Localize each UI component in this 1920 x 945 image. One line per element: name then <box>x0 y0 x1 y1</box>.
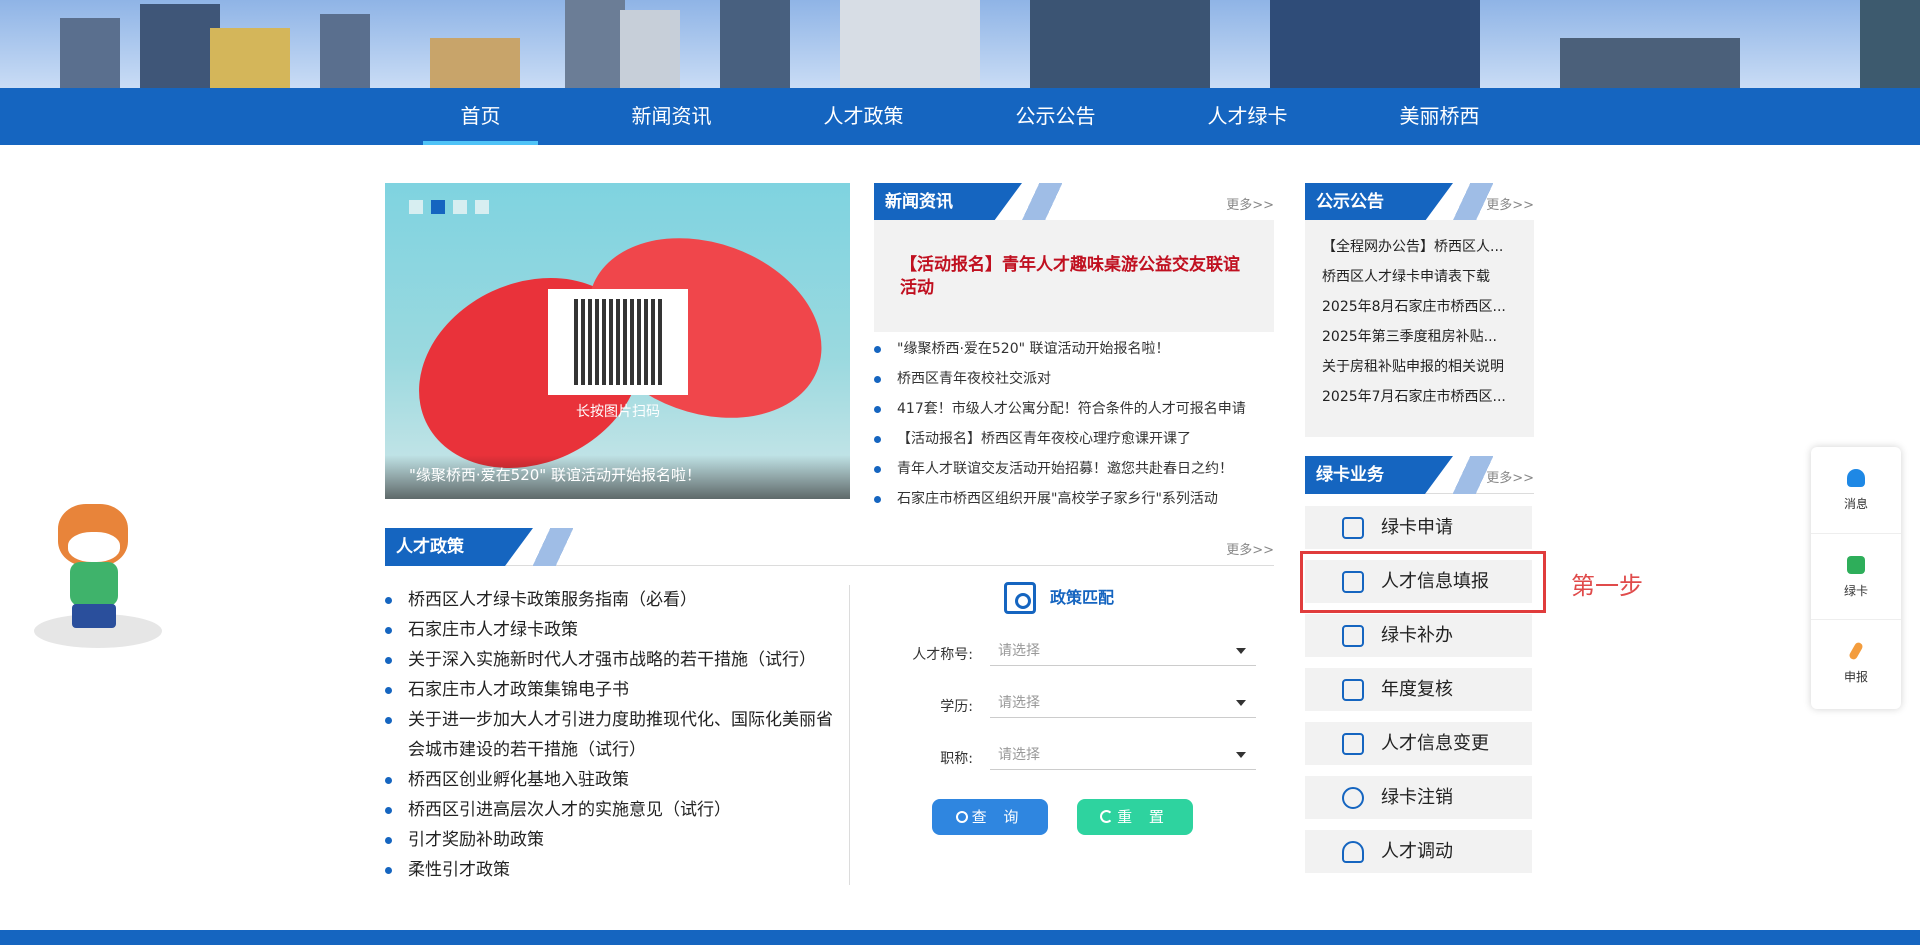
professional-title-label: 职称: <box>940 751 973 767</box>
policy-item[interactable]: 桥西区人才绿卡政策服务指南（必看） <box>385 585 845 615</box>
query-button[interactable]: 查 询 <box>932 799 1048 835</box>
policy-more-link[interactable]: 更多>> <box>1226 539 1274 558</box>
horse-mascot-image <box>32 496 164 648</box>
greencard-cancel-button[interactable]: 绿卡注销 <box>1305 776 1532 819</box>
bell-icon <box>1847 469 1865 487</box>
policy-item[interactable]: 关于深入实施新时代人才强市战略的若干措施（试行） <box>385 645 845 675</box>
talent-title-select[interactable]: 请选择 <box>990 636 1256 666</box>
nav-home[interactable]: 首页 <box>423 88 538 145</box>
notice-more-link[interactable]: 更多>> <box>1486 194 1534 213</box>
greencard-reissue-button[interactable]: 绿卡补办 <box>1305 614 1532 657</box>
search-icon <box>955 811 968 823</box>
card-refresh-icon <box>1342 625 1364 647</box>
float-apply-button[interactable]: 申报 <box>1811 619 1901 703</box>
carousel-caption[interactable]: "缘聚桥西·爱在520" 联谊活动开始报名啦！ <box>409 464 701 485</box>
notice-list: 【全程网办公告】桥西区人... 桥西区人才绿卡申请表下载 2025年8月石家庄市… <box>1305 220 1534 437</box>
policy-section-title: 人才政策 <box>385 528 533 566</box>
section-divider <box>849 585 850 885</box>
pencil-icon <box>1848 641 1864 661</box>
notice-item[interactable]: 2025年第三季度租房补贴... <box>1322 322 1517 352</box>
reset-button[interactable]: 重 置 <box>1077 799 1193 835</box>
news-section-title: 新闻资讯 <box>874 183 1022 221</box>
clipboard-check-icon <box>1342 679 1364 701</box>
talent-transfer-button[interactable]: 人才调动 <box>1305 830 1532 873</box>
news-list: "缘聚桥西·爱在520" 联谊活动开始报名啦！ 桥西区青年夜校社交派对 417套… <box>874 334 1274 514</box>
carousel-indicators <box>409 200 489 214</box>
notice-section-header: 公示公告 更多>> <box>1305 183 1534 221</box>
news-item[interactable]: "缘聚桥西·爱在520" 联谊活动开始报名啦！ <box>874 334 1274 364</box>
city-skyline-banner <box>0 0 1920 88</box>
professional-title-field-row: 职称: 请选择 <box>880 740 1256 770</box>
qr-code-image <box>548 289 688 395</box>
education-select[interactable]: 请选择 <box>990 688 1256 718</box>
policy-item[interactable]: 石家庄市人才政策集锦电子书 <box>385 675 845 705</box>
news-carousel[interactable]: 长按图片扫码 "缘聚桥西·爱在520" 联谊活动开始报名啦！ <box>385 183 850 499</box>
notice-item[interactable]: 【全程网办公告】桥西区人... <box>1322 232 1517 262</box>
user-edit-icon <box>1342 733 1364 755</box>
talent-info-change-button[interactable]: 人才信息变更 <box>1305 722 1532 765</box>
policy-match-title: 政策匹配 <box>1004 580 1114 616</box>
greencard-section-title: 绿卡业务 <box>1305 456 1453 494</box>
carousel-dot-active[interactable] <box>431 200 445 214</box>
policy-item[interactable]: 引才奖励补助政策 <box>385 825 845 855</box>
carousel-dot[interactable] <box>453 200 467 214</box>
greencard-apply-button[interactable]: 绿卡申请 <box>1305 506 1532 549</box>
card-icon <box>1342 517 1364 539</box>
policy-item[interactable]: 石家庄市人才绿卡政策 <box>385 615 845 645</box>
policy-section-header: 人才政策 更多>> <box>385 528 1274 566</box>
float-messages-button[interactable]: 消息 <box>1811 447 1901 531</box>
nav-green-card[interactable]: 人才绿卡 <box>1190 88 1305 145</box>
nav-notice[interactable]: 公示公告 <box>998 88 1113 145</box>
nav-news[interactable]: 新闻资讯 <box>614 88 729 145</box>
policy-list: 桥西区人才绿卡政策服务指南（必看） 石家庄市人才绿卡政策 关于深入实施新时代人才… <box>385 585 845 885</box>
highlight-box <box>1300 551 1546 613</box>
qr-caption: 长按图片扫码 <box>576 404 660 420</box>
card-icon <box>1847 556 1865 574</box>
power-icon <box>1342 787 1364 809</box>
notice-item[interactable]: 桥西区人才绿卡申请表下载 <box>1322 262 1517 292</box>
policy-item[interactable]: 桥西区创业孵化基地入驻政策 <box>385 765 845 795</box>
news-headline[interactable]: 【活动报名】青年人才趣味桌游公益交友联谊活动 <box>874 220 1274 332</box>
notice-item[interactable]: 2025年8月石家庄市桥西区... <box>1322 292 1517 322</box>
carousel-caption-bar: "缘聚桥西·爱在520" 联谊活动开始报名啦！ <box>385 455 850 499</box>
notice-item[interactable]: 关于房租补贴申报的相关说明 <box>1322 352 1517 382</box>
nav-beautiful-qiaoxi[interactable]: 美丽桥西 <box>1382 88 1497 145</box>
notice-item[interactable]: 2025年7月石家庄市桥西区... <box>1322 382 1517 412</box>
annual-review-button[interactable]: 年度复核 <box>1305 668 1532 711</box>
policy-item[interactable]: 桥西区引进高层次人才的实施意见（试行） <box>385 795 845 825</box>
main-nav: 首页 新闻资讯 人才政策 公示公告 人才绿卡 美丽桥西 <box>0 88 1920 145</box>
step-one-annotation: 第一步 <box>1571 572 1643 600</box>
carousel-dot[interactable] <box>409 200 423 214</box>
notice-section-title: 公示公告 <box>1305 183 1453 221</box>
greencard-section-header: 绿卡业务 更多>> <box>1305 456 1534 494</box>
professional-title-select[interactable]: 请选择 <box>990 740 1256 770</box>
education-field-row: 学历: 请选择 <box>880 688 1256 718</box>
talent-title-field-row: 人才称号: 请选择 <box>880 636 1256 666</box>
policy-item[interactable]: 柔性引才政策 <box>385 855 845 885</box>
nav-talent-policy[interactable]: 人才政策 <box>806 88 921 145</box>
greencard-more-link[interactable]: 更多>> <box>1486 467 1534 486</box>
user-icon <box>1342 841 1364 863</box>
carousel-dot[interactable] <box>475 200 489 214</box>
search-document-icon <box>1004 582 1036 614</box>
news-item[interactable]: 石家庄市桥西区组织开展"高校学子家乡行"系列活动 <box>874 484 1274 514</box>
talent-title-label: 人才称号: <box>912 647 973 663</box>
policy-item[interactable]: 关于进一步加大人才引进力度助推现代化、国际化美丽省会城市建设的若干措施（试行） <box>385 705 845 765</box>
news-section-header: 新闻资讯 更多>> <box>874 183 1274 221</box>
news-item[interactable]: 417套！市级人才公寓分配！符合条件的人才可报名申请 <box>874 394 1274 424</box>
education-label: 学历: <box>940 699 973 715</box>
footer-bar <box>0 930 1920 945</box>
news-item[interactable]: 青年人才联谊交友活动开始招募！邀您共赴春日之约！ <box>874 454 1274 484</box>
refresh-icon <box>1100 810 1114 823</box>
floating-toolbar: 消息 绿卡 申报 <box>1811 447 1901 709</box>
news-more-link[interactable]: 更多>> <box>1226 194 1274 213</box>
news-item[interactable]: 桥西区青年夜校社交派对 <box>874 364 1274 394</box>
news-item[interactable]: 【活动报名】桥西区青年夜校心理疗愈课开课了 <box>874 424 1274 454</box>
float-greencard-button[interactable]: 绿卡 <box>1811 533 1901 617</box>
